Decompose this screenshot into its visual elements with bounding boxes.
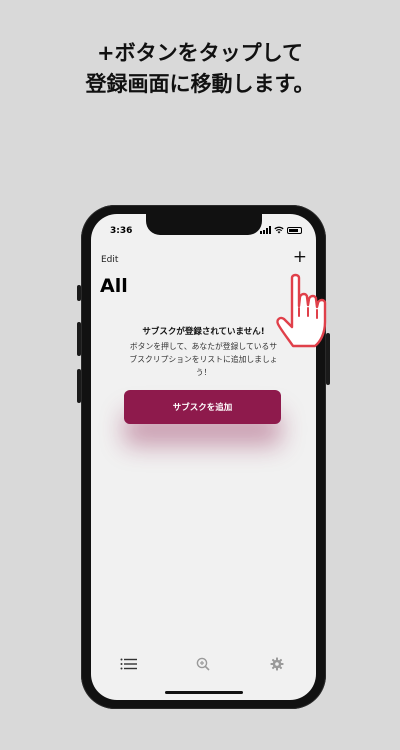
tab-search[interactable] bbox=[193, 654, 213, 674]
headline-line-1: +ボタンをタップして bbox=[97, 41, 303, 65]
edit-button[interactable]: Edit bbox=[101, 255, 118, 265]
status-time: 3:36 bbox=[110, 226, 133, 236]
empty-state-desc-line-3: う！ bbox=[195, 368, 212, 377]
tab-settings[interactable] bbox=[267, 654, 287, 674]
notch bbox=[145, 214, 262, 235]
gear-icon bbox=[270, 657, 284, 671]
add-subscription-button[interactable]: サブスクを追加 bbox=[124, 390, 281, 424]
phone-volume-down bbox=[77, 369, 81, 403]
tab-bar bbox=[91, 654, 316, 676]
phone-mute-switch bbox=[77, 285, 81, 301]
page-title: All bbox=[100, 275, 128, 297]
search-zoom-icon bbox=[196, 657, 210, 671]
battery-icon bbox=[287, 226, 302, 234]
list-icon bbox=[120, 658, 137, 670]
cellular-signal-icon bbox=[260, 226, 271, 234]
empty-state-description: ボタンを押して、あなたが登録しているサ ブスクリプションをリストに追加しましょ … bbox=[105, 340, 302, 379]
tab-list[interactable] bbox=[119, 654, 139, 674]
empty-state-desc-line-2: ブスクリプションをリストに追加しましょ bbox=[129, 355, 278, 364]
home-indicator bbox=[164, 691, 243, 694]
wifi-icon bbox=[274, 226, 284, 234]
status-icons bbox=[260, 226, 302, 234]
empty-state-desc-line-1: ボタンを押して、あなたが登録しているサ bbox=[129, 342, 278, 351]
promo-headline: +ボタンをタップして 登録画面に移動します。 bbox=[0, 38, 400, 100]
phone-volume-up bbox=[77, 322, 81, 356]
add-subscription-plus-button[interactable]: + bbox=[293, 248, 307, 266]
headline-line-2: 登録画面に移動します。 bbox=[85, 72, 315, 96]
tap-hand-pointer-icon bbox=[276, 273, 327, 348]
